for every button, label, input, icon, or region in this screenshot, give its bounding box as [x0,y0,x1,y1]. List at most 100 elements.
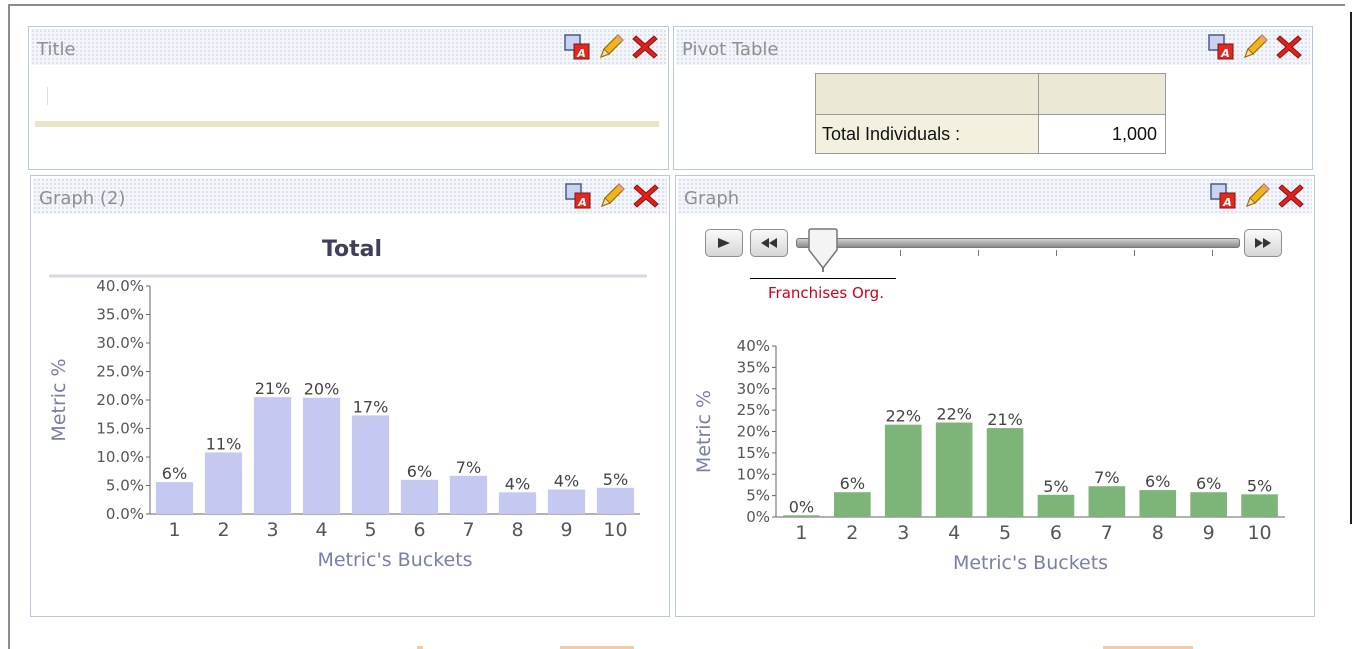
pivot-table: Total Individuals : 1,000 [815,73,1166,154]
y-tick-label: 30.0% [96,334,144,352]
total-bar-chart: Total0.0%5.0%10.0%15.0%20.0%25.0%30.0%35… [48,237,647,571]
x-tick-label: 7 [462,519,474,541]
y-tick-label: 25% [737,401,770,419]
pivot-row-label: Total Individuals : [815,114,1039,154]
pencil-icon[interactable] [596,32,626,62]
bar [204,452,243,514]
bar [1037,494,1075,517]
pivot-header-cell [1038,73,1166,115]
graph-panel: Graph Franchises Org. 0% 5% 10% 15% 20% 25% 30… [675,175,1315,617]
bar-value-label: 7% [1094,468,1119,487]
bar-value-label: 21% [987,410,1023,429]
bar-value-label: 5% [603,470,628,489]
y-tick-label: 40.0% [96,277,144,295]
y-tick-label: 20% [737,423,770,441]
bar-value-label: 22% [885,407,921,426]
bar [1190,492,1227,517]
y-tick-label: 30% [737,380,770,398]
y-tick-label: 0% [746,508,770,526]
text-caret [47,87,48,105]
x-tick-label: 2 [217,519,229,541]
x-tick-label: 10 [603,519,627,541]
y-tick-label: 20.0% [96,391,144,409]
bar-value-label: 0% [789,497,814,516]
x-tick-label: 1 [795,522,807,544]
x-tick-label: 10 [1247,522,1271,544]
bar [449,475,488,514]
delete-x-icon[interactable] [1274,32,1304,62]
x-tick-label: 4 [315,519,327,541]
chart-title: Total [322,237,382,262]
bar-value-label: 5% [1247,476,1272,495]
bar-value-label: 7% [456,458,481,477]
bar [935,422,973,517]
y-tick-label: 35.0% [96,306,144,324]
bar [884,424,922,517]
delete-x-icon[interactable] [630,32,660,62]
bar-value-label: 6% [840,474,865,493]
y-axis-title: Metric % [48,358,70,441]
x-tick-label: 3 [266,519,278,541]
bar [986,428,1024,517]
y-tick-label: 0.0% [106,505,144,523]
x-tick-label: 9 [560,519,572,541]
x-tick-label: 2 [846,522,858,544]
x-axis-title: Metric's Buckets [953,552,1108,574]
x-tick-label: 7 [1101,522,1113,544]
title-text-field[interactable] [35,81,659,127]
bar [155,482,194,514]
x-tick-label: 1 [168,519,180,541]
y-tick-label: 10% [737,465,770,483]
bar-value-label: 6% [1145,472,1170,491]
y-tick-label: 40% [737,337,770,355]
y-tick-label: 15.0% [96,420,144,438]
format-icon[interactable] [562,32,592,62]
title-underline [35,121,659,127]
panel-title: Title [37,39,76,60]
y-axis-title: Metric % [693,390,715,473]
title-panel: Title [28,26,669,170]
y-tick-label: 5.0% [106,477,144,495]
pivot-data-row: Total Individuals : 1,000 [815,114,1166,154]
bar [1088,486,1126,517]
pivot-table-panel: Pivot Table Total Individuals : 1,000 [673,26,1313,170]
x-tick-label: 8 [511,519,523,541]
x-axis-title: Metric's Buckets [317,549,472,571]
x-tick-label: 6 [1050,522,1062,544]
y-tick-label: 15% [737,444,770,462]
bar-value-label: 4% [554,471,579,490]
x-tick-label: 8 [1152,522,1164,544]
bar [1139,490,1177,517]
x-tick-label: 9 [1203,522,1215,544]
y-tick-label: 10.0% [96,448,144,466]
panel-title: Pivot Table [682,39,779,60]
bar [547,489,586,514]
x-tick-label: 6 [413,519,425,541]
y-tick-label: 5% [746,487,770,505]
pivot-header-cell [815,73,1039,115]
bar-value-label: 5% [1043,477,1068,496]
bar [302,397,341,514]
x-tick-label: 5 [364,519,376,541]
format-icon[interactable] [1206,32,1236,62]
bar [400,479,439,514]
bar-value-label: 17% [353,397,389,416]
bar [1241,494,1278,517]
x-tick-label: 3 [897,522,909,544]
bar [253,397,292,514]
pivot-row-value: 1,000 [1038,114,1166,154]
bar-value-label: 21% [255,379,291,398]
page-right-border [1350,12,1352,524]
page-top-border [8,4,1345,6]
bar-value-label: 6% [407,462,432,481]
bar-value-label: 20% [304,380,340,399]
page-left-border [8,4,10,649]
graph2-panel: Graph (2) Total 0.0% 5.0% 10.0% 15.0% 20.0% 25… [30,175,670,617]
pencil-icon[interactable] [1240,32,1270,62]
slider-bar-chart: 0% 5% 10% 15% 20% 25% 30% 35% 40% 0% 1 6% 2 22% 3 22% 4 2… [693,337,1285,574]
x-tick-label: 4 [948,522,960,544]
x-tick-label: 5 [999,522,1011,544]
bar [834,492,871,517]
panel-toolbar [562,31,660,63]
bar [498,492,537,514]
